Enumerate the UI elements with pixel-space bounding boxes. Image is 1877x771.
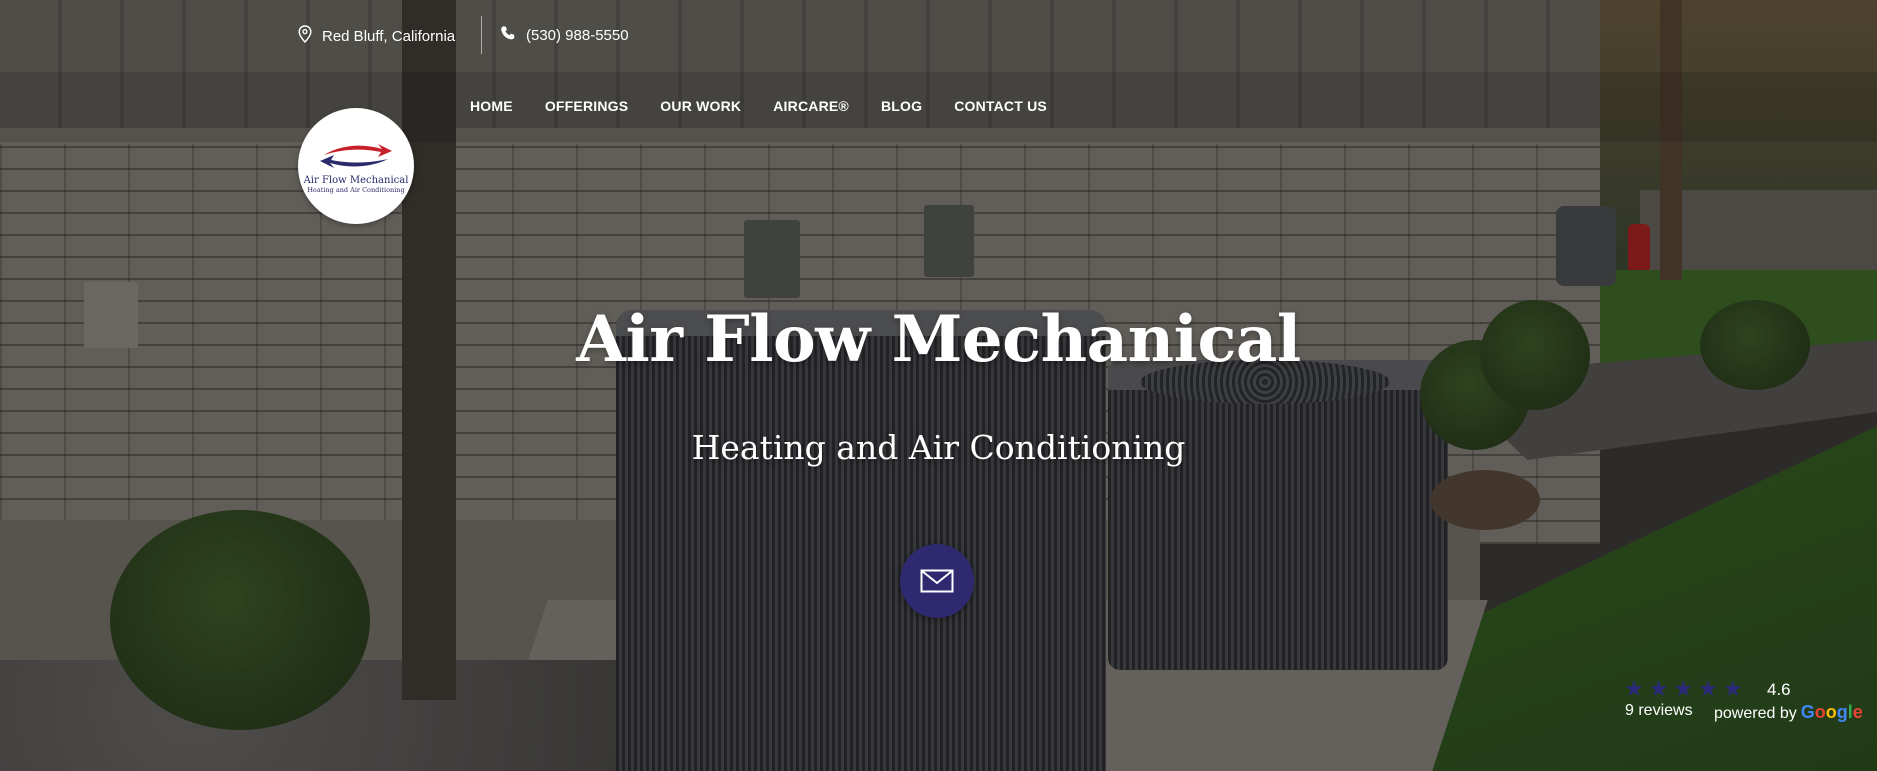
company-logo[interactable]: Air Flow Mechanical Heating and Air Cond… xyxy=(298,108,414,224)
top-contact-bar: Red Bluff, California (530) 988-5550 xyxy=(0,0,1877,72)
phone-icon xyxy=(500,25,516,45)
phone-text[interactable]: (530) 988-5550 xyxy=(526,27,629,44)
star-icon: ★ xyxy=(1673,676,1694,701)
hero-title: Air Flow Mechanical xyxy=(576,302,1301,377)
star-icon: ★ xyxy=(1648,676,1669,701)
location-info: Red Bluff, California xyxy=(298,25,455,47)
logo-name: Air Flow Mechanical xyxy=(303,174,409,186)
envelope-icon xyxy=(920,569,954,593)
powered-by-text: powered by xyxy=(1714,705,1797,722)
nav-aircare[interactable]: AIRCARE® xyxy=(773,98,849,114)
nav-blog[interactable]: BLOG xyxy=(881,98,922,114)
airflow-swoosh-icon xyxy=(320,143,392,168)
contact-email-button[interactable] xyxy=(900,544,974,618)
star-icon: ★ xyxy=(1698,676,1718,701)
hero-subtitle: Heating and Air Conditioning xyxy=(691,428,1186,467)
map-pin-icon xyxy=(298,25,312,47)
rating-stars: ★ ★ ★ ★ ★ xyxy=(1624,678,1743,700)
nav-contact-us[interactable]: CONTACT US xyxy=(954,98,1047,114)
powered-by: powered by Google xyxy=(1714,702,1863,723)
nav-offerings[interactable]: OFFERINGS xyxy=(545,98,628,114)
topbar-divider xyxy=(481,16,482,54)
google-logo: Google xyxy=(1800,702,1863,722)
phone-link[interactable]: (530) 988-5550 xyxy=(500,25,629,45)
review-count[interactable]: 9 reviews xyxy=(1625,702,1693,720)
star-icon: ★ xyxy=(1722,676,1743,701)
location-text: Red Bluff, California xyxy=(322,27,456,45)
nav-our-work[interactable]: OUR WORK xyxy=(660,98,741,114)
nav-home[interactable]: HOME xyxy=(470,98,513,114)
main-nav: HOME OFFERINGS OUR WORK AIRCARE® BLOG CO… xyxy=(470,98,1047,114)
logo-tagline: Heating and Air Conditioning xyxy=(307,185,405,194)
rating-value: 4.6 xyxy=(1767,680,1791,699)
star-icon: ★ xyxy=(1624,676,1644,701)
